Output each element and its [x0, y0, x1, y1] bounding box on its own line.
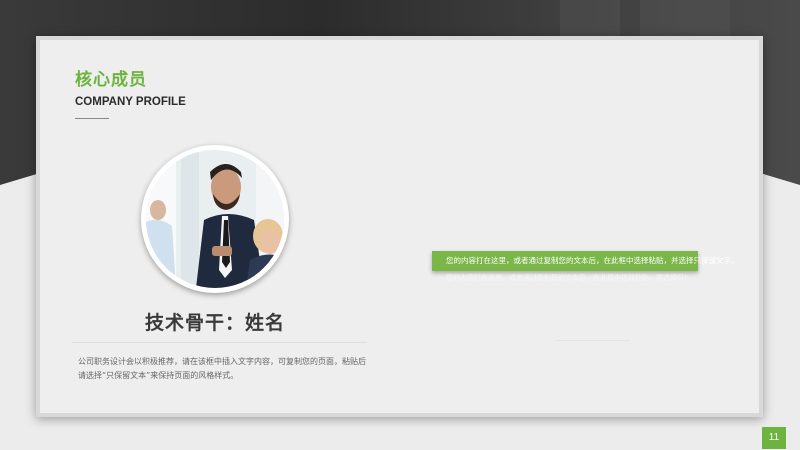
member-photo-frame[interactable] [141, 145, 289, 293]
title-divider [75, 118, 109, 119]
background-window [560, 0, 620, 40]
member-name: 技术骨干：姓名 [144, 312, 285, 334]
slide-subtitle: COMPANY PROFILE [75, 96, 186, 108]
right-divider [556, 340, 630, 341]
slide-title: 核心成员 [75, 70, 147, 90]
page-number-badge: 11 [762, 427, 786, 449]
highlight-text: 您的内容打在这里，或者通过复制您的文本后，在此框中选择粘贴，并选择只保留文字。 [446, 256, 739, 265]
name-divider [72, 342, 367, 343]
highlight-bar[interactable]: 您的内容打在这里，或者通过复制您的文本后，在此框中选择粘贴，并选择只保留文字。 [432, 251, 739, 271]
content-card: 核心成员 COMPANY PROFILE 技术骨干：姓名 公司职务设计会以积极推… [36, 36, 763, 417]
background-window [640, 0, 730, 40]
member-description: 公司职务设计会以积极推荐，请在该框中插入文字内容，可复制您的页面，粘贴后请选择“… [78, 357, 366, 380]
highlight-subtext: 您的内容打在这里，或者通过复制您的文本后，在此框中选择粘贴，并选择只保留文字。 [446, 274, 686, 282]
member-photo [146, 150, 284, 288]
